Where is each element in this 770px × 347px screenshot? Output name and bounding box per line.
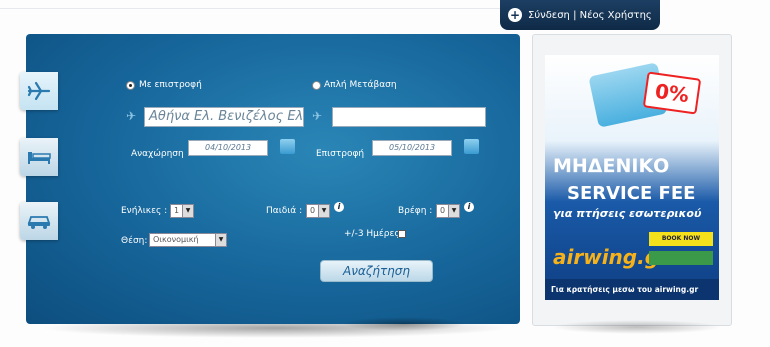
one-way-radio[interactable] (312, 81, 321, 90)
search-button[interactable]: Αναζήτηση (320, 260, 433, 282)
search-panel: Με επιστροφή Απλή Μετάβαση ✈ Αθήνα Ελ. Β… (26, 34, 520, 331)
children-select[interactable]: 0 ▼ (306, 204, 330, 218)
plus-icon: + (508, 8, 522, 22)
class-select[interactable]: Οικονομική ▼ (149, 233, 227, 247)
return-calendar-icon[interactable] (464, 139, 479, 154)
adults-select[interactable]: 1 ▼ (170, 204, 194, 218)
ad-headline-3: για πτήσεις εσωτερικού (553, 207, 702, 220)
round-trip-label: Με επιστροφή (139, 80, 202, 90)
search-button-shadow (341, 317, 466, 331)
ad-percent: 0% (642, 71, 702, 115)
ad-headline-2: SERVICE FEE (567, 183, 696, 204)
destination-plane-icon: ✈ (312, 109, 323, 123)
airwing-ad-banner[interactable]: 0% ΜΗΔΕΝΙΚΟ SERVICE FEE για πτήσεις εσωτ… (545, 55, 719, 300)
adults-label: Ενήλικες : (121, 206, 168, 216)
origin-input[interactable]: Αθήνα Ελ. Βενιζέλος Ελ (144, 107, 304, 127)
children-value: 0 (310, 206, 316, 215)
class-label: Θέση: (121, 236, 148, 246)
departure-label: Αναχώρηση (131, 149, 184, 159)
children-info-icon[interactable]: i (334, 202, 344, 212)
class-value: Οικονομική (153, 235, 199, 244)
infants-select[interactable]: 0 ▼ (436, 204, 460, 218)
tab-cars[interactable] (20, 202, 58, 240)
one-way-label: Απλή Μετάβαση (324, 80, 397, 90)
login-link[interactable]: Σύνδεση | Νέος Χρήστης (528, 10, 652, 21)
bed-icon (28, 152, 51, 164)
airplane-icon (27, 81, 51, 101)
return-date-input[interactable]: 05/10/2013 (372, 140, 452, 156)
children-label: Παιδιά : (266, 206, 303, 216)
departure-calendar-icon[interactable] (280, 139, 295, 154)
ad-headline-1: ΜΗΔΕΝΙΚΟ (553, 155, 670, 177)
departure-date-input[interactable]: 04/10/2013 (188, 140, 268, 156)
page: + Σύνδεση | Νέος Χρήστης Με επιστροφή Απ… (0, 0, 770, 347)
chevron-down-icon: ▼ (182, 205, 193, 217)
destination-input[interactable] (332, 107, 486, 127)
infants-label: Βρέφη : (398, 206, 433, 216)
chevron-down-icon: ▼ (215, 234, 226, 246)
flex-days-label: +/-3 Ημέρες (344, 229, 400, 239)
flex-days-checkbox[interactable] (398, 230, 406, 238)
adults-value: 1 (174, 206, 180, 215)
return-label: Επιστροφή (316, 149, 365, 159)
ad-footer: Για κρατήσεις μεσω του airwing.gr (545, 279, 719, 300)
ad-shadow (552, 320, 722, 334)
tab-hotels[interactable] (20, 138, 58, 176)
ad-green-button[interactable] (649, 251, 713, 265)
login-tab[interactable]: + Σύνδεση | Νέος Χρήστης (500, 0, 660, 30)
origin-plane-icon: ✈ (126, 109, 137, 123)
book-now-button[interactable]: BOOK NOW (649, 232, 713, 246)
chevron-down-icon: ▼ (318, 205, 329, 217)
chevron-down-icon: ▼ (448, 205, 459, 217)
tab-flights[interactable] (20, 72, 58, 110)
car-icon (27, 216, 51, 229)
top-divider (0, 8, 500, 9)
infants-value: 0 (440, 206, 446, 215)
round-trip-radio[interactable] (126, 81, 135, 90)
infants-info-icon[interactable]: i (464, 202, 474, 212)
